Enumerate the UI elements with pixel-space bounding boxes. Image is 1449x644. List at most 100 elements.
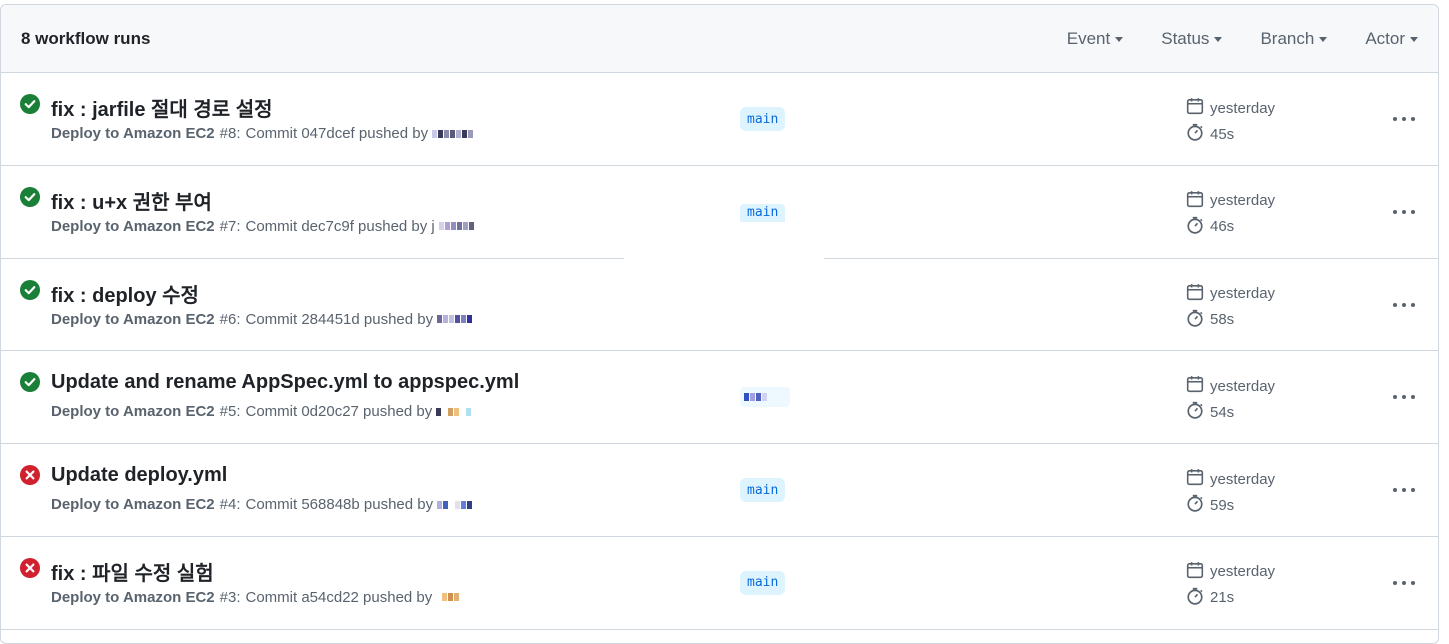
workflow-run-row[interactable]: Update and rename AppSpec.yml to appspec… (1, 351, 1438, 445)
run-duration: 58s (1210, 311, 1235, 329)
redaction-patch (624, 256, 824, 350)
status-filter[interactable]: Status (1161, 28, 1223, 49)
run-meta: Deploy to Amazon EC2 #6: Commit 284451d pu… (51, 311, 473, 328)
workflow-run-row[interactable]: fix : u+x 권한 부여 Deploy to Amazon EC2 #7: Co… (1, 166, 1438, 259)
run-number: #8: (219, 125, 241, 142)
calendar-icon (1186, 375, 1210, 397)
run-duration: 54s (1210, 403, 1235, 421)
run-title-link[interactable]: fix : 파일 수정 실험 (51, 557, 214, 586)
run-meta: Deploy to Amazon EC2 #3: Commit a54cd22 pu… (51, 589, 460, 606)
calendar-icon (1186, 468, 1210, 490)
run-title-link[interactable]: Update deploy.yml (51, 464, 227, 487)
workflow-name: Deploy to Amazon EC2 (51, 217, 215, 235)
run-date: yesterday (1210, 377, 1276, 395)
branch-badge[interactable]: main (740, 570, 786, 595)
branch-badge[interactable]: main (740, 107, 786, 131)
kebab-menu-icon[interactable] (1391, 109, 1417, 129)
pixelated-branch-badge[interactable] (740, 387, 790, 408)
run-date: yesterday (1210, 192, 1276, 210)
workflow-name: Deploy to Amazon EC2 (51, 403, 215, 421)
pixelated-username (432, 129, 474, 139)
run-number: #6: (219, 310, 241, 328)
check-circle-icon (20, 94, 40, 114)
run-date: yesterday (1210, 99, 1276, 117)
run-timing: yesterday 54s (1186, 373, 1275, 425)
calendar-icon (1186, 190, 1210, 212)
caret-down-icon (1115, 37, 1124, 42)
run-date: yesterday (1210, 470, 1276, 488)
workflow-name: Deploy to Amazon EC2 (51, 310, 215, 328)
stopwatch-icon (1186, 309, 1210, 331)
commit-text: Commit 284451d pushed by (245, 310, 434, 328)
run-number: #5: (219, 403, 241, 421)
run-duration: 59s (1210, 496, 1235, 514)
kebab-menu-icon[interactable] (1391, 480, 1417, 500)
kebab-menu-icon[interactable] (1391, 202, 1417, 222)
run-timing: yesterday 21s (1186, 559, 1275, 611)
check-circle-icon (20, 186, 40, 207)
branch-filter[interactable]: Branch (1260, 28, 1328, 49)
check-circle-icon (20, 279, 40, 300)
workflow-run-row[interactable]: fix : 파일 수정 실험 Deploy to Amazon EC2 #3: Com… (1, 537, 1438, 630)
run-number: #7: (219, 217, 241, 235)
stopwatch-icon (1186, 587, 1210, 609)
run-timing: yesterday 45s (1186, 95, 1275, 147)
run-duration: 45s (1210, 125, 1235, 143)
actor-filter[interactable]: Actor (1365, 29, 1418, 49)
workflow-name: Deploy to Amazon EC2 (51, 496, 215, 514)
kebab-menu-icon[interactable] (1391, 295, 1417, 315)
event-filter[interactable]: Event (1066, 28, 1124, 49)
caret-down-icon (1319, 37, 1328, 42)
commit-text: Commit 047dcef pushed by (245, 125, 429, 142)
commit-text: Commit dec7c9f pushed by j (245, 217, 435, 235)
caret-down-icon (1410, 37, 1418, 42)
calendar-icon (1186, 97, 1210, 119)
pixelated-username (438, 221, 475, 231)
filter-bar: Event Status Branch Actor (1029, 29, 1418, 49)
pixelated-username (436, 407, 472, 417)
commit-text: Commit 0d20c27 pushed by (245, 403, 433, 421)
event-filter-label: Event (1066, 28, 1111, 48)
calendar-icon (1186, 561, 1210, 583)
x-circle-icon (20, 465, 40, 486)
calendar-icon (1186, 283, 1210, 305)
pixelated-username (437, 500, 473, 510)
run-duration: 46s (1210, 218, 1235, 236)
branch-badge[interactable]: main (740, 478, 786, 503)
run-title-link[interactable]: fix : u+x 권한 부여 (51, 186, 212, 215)
pixelated-username (436, 592, 460, 602)
kebab-menu-icon[interactable] (1391, 573, 1417, 593)
branch-filter-label: Branch (1260, 28, 1315, 48)
run-meta: Deploy to Amazon EC2 #7: Commit dec7c9f pu… (51, 218, 475, 235)
stopwatch-icon (1186, 123, 1210, 145)
pixelated-username (437, 314, 473, 324)
stopwatch-icon (1186, 401, 1210, 423)
run-number: #3: (219, 588, 241, 606)
runs-header: 8 workflow runs Event Status Branch Acto… (1, 5, 1438, 73)
caret-down-icon (1214, 37, 1223, 42)
workflow-run-row[interactable]: fix : jarfile 절대 경로 설정 Deploy to Amazon E… (1, 73, 1438, 166)
workflow-run-row[interactable]: Update deploy.yml Deploy to Amazon EC2 #4:… (1, 444, 1438, 537)
run-date: yesterday (1210, 285, 1276, 303)
run-title-link[interactable]: Update and rename AppSpec.yml to appspec… (51, 371, 519, 394)
run-meta: Deploy to Amazon EC2 #4: Commit 568848b pu… (51, 496, 473, 513)
commit-text: Commit a54cd22 pushed by (245, 588, 433, 606)
branch-badge[interactable]: main (740, 203, 786, 222)
stopwatch-icon (1186, 216, 1210, 238)
actor-filter-label: Actor (1365, 28, 1405, 48)
kebab-menu-icon[interactable] (1391, 387, 1417, 407)
commit-text: Commit 568848b pushed by (245, 496, 434, 514)
run-date: yesterday (1210, 563, 1276, 581)
workflow-name: Deploy to Amazon EC2 (51, 588, 215, 606)
workflow-name: Deploy to Amazon EC2 (51, 125, 215, 142)
run-meta: Deploy to Amazon EC2 #5: Commit 0d20c27 pu… (51, 403, 472, 420)
run-meta: Deploy to Amazon EC2 #8: Commit 047dcef pu… (51, 125, 474, 142)
status-filter-label: Status (1161, 28, 1210, 48)
run-number: #4: (219, 496, 241, 514)
run-title-link[interactable]: fix : jarfile 절대 경로 설정 (51, 93, 273, 122)
check-circle-icon (20, 372, 40, 393)
run-title-link[interactable]: fix : deploy 수정 (51, 279, 199, 308)
runs-count-title: 8 workflow runs (21, 28, 151, 48)
run-duration: 21s (1210, 589, 1235, 607)
run-timing: yesterday 58s (1186, 281, 1275, 333)
